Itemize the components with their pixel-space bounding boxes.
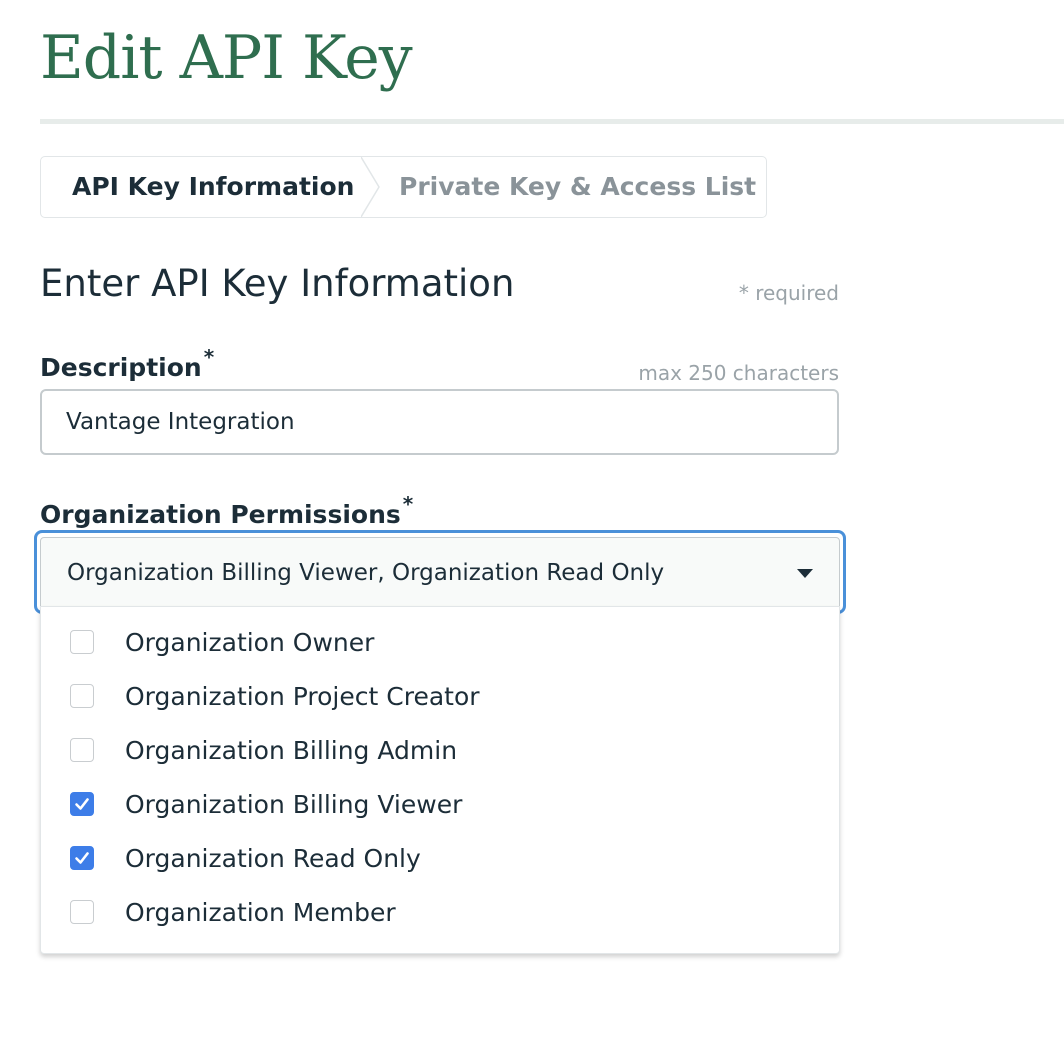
option-label: Organization Project Creator bbox=[125, 682, 480, 711]
option-label: Organization Read Only bbox=[125, 844, 421, 873]
option-label: Organization Member bbox=[125, 898, 396, 927]
checkbox-checked[interactable] bbox=[70, 792, 94, 816]
permissions-dropdown-menu: Organization Owner Organization Project … bbox=[40, 606, 840, 954]
chevron-right-icon bbox=[361, 157, 380, 217]
edit-api-key-page: Edit API Key API Key Information Private… bbox=[0, 0, 1064, 1042]
required-asterisk: * bbox=[203, 345, 215, 369]
description-label: Description * bbox=[40, 345, 214, 382]
checkbox-checked[interactable] bbox=[70, 846, 94, 870]
step-private-key-access-list[interactable]: Private Key & Access List bbox=[399, 157, 756, 217]
organization-permissions-select[interactable]: Organization Billing Viewer, Organizatio… bbox=[40, 537, 840, 607]
description-input[interactable] bbox=[40, 389, 839, 455]
option-organization-read-only[interactable]: Organization Read Only bbox=[41, 832, 839, 886]
option-label: Organization Billing Admin bbox=[125, 736, 458, 765]
option-organization-billing-viewer[interactable]: Organization Billing Viewer bbox=[41, 778, 839, 832]
checkbox[interactable] bbox=[70, 738, 94, 762]
checkbox[interactable] bbox=[70, 684, 94, 708]
option-label: Organization Billing Viewer bbox=[125, 790, 463, 819]
select-value: Organization Billing Viewer, Organizatio… bbox=[67, 560, 665, 586]
checkmark-icon bbox=[75, 798, 89, 810]
option-organization-member[interactable]: Organization Member bbox=[41, 886, 839, 940]
caret-down-icon bbox=[797, 569, 813, 578]
organization-permissions-label: Organization Permissions * bbox=[40, 492, 413, 529]
checkbox[interactable] bbox=[70, 630, 94, 654]
stepper: API Key Information Private Key & Access… bbox=[40, 156, 767, 218]
section-title: Enter API Key Information bbox=[40, 262, 515, 305]
option-organization-billing-admin[interactable]: Organization Billing Admin bbox=[41, 724, 839, 778]
title-divider bbox=[40, 119, 1064, 124]
required-asterisk: * bbox=[402, 492, 414, 516]
option-label: Organization Owner bbox=[125, 628, 375, 657]
organization-permissions-label-text: Organization Permissions bbox=[40, 500, 401, 529]
checkbox[interactable] bbox=[70, 900, 94, 924]
max-characters-note: max 250 characters bbox=[638, 361, 839, 385]
required-note: * required bbox=[738, 281, 839, 305]
page-title: Edit API Key bbox=[40, 23, 413, 93]
checkmark-icon bbox=[75, 852, 89, 864]
option-organization-owner[interactable]: Organization Owner bbox=[41, 616, 839, 670]
option-organization-project-creator[interactable]: Organization Project Creator bbox=[41, 670, 839, 724]
description-label-text: Description bbox=[40, 353, 202, 382]
step-api-key-information[interactable]: API Key Information bbox=[72, 157, 354, 217]
